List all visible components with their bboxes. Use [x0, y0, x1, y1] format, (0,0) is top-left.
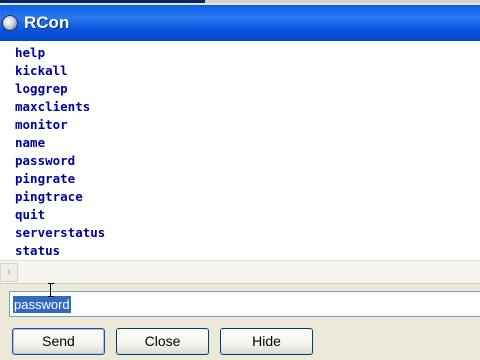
list-item: status: [15, 243, 61, 258]
command-input-value: password: [13, 296, 71, 313]
list-item: maxclients: [15, 99, 91, 114]
command-list: help kickall loggrep maxclients monitor …: [0, 41, 480, 260]
list-item: help: [15, 45, 46, 60]
close-button[interactable]: Close: [116, 328, 209, 355]
list-item: kickall: [15, 63, 68, 78]
rcon-app-icon: [2, 15, 18, 31]
send-button[interactable]: Send: [12, 328, 105, 355]
list-item: pingtrace: [15, 189, 83, 204]
scroll-left-icon[interactable]: ‹: [0, 263, 18, 282]
list-item: name: [15, 135, 46, 150]
window-title: RCon: [24, 13, 70, 32]
text-cursor-icon: [48, 283, 56, 297]
console-output[interactable]: help kickall loggrep maxclients monitor …: [0, 41, 480, 260]
list-item: password: [15, 153, 76, 168]
background-window-edge-light: [205, 0, 480, 3]
background-window-edge: [0, 0, 205, 3]
list-item: serverstatus: [15, 225, 106, 240]
command-input[interactable]: password: [9, 291, 480, 317]
horizontal-scrollbar[interactable]: ‹: [0, 260, 480, 284]
list-item: pingrate: [15, 171, 76, 186]
list-item: loggrep: [15, 81, 68, 96]
hide-button[interactable]: Hide: [220, 328, 313, 355]
list-item: quit: [15, 207, 46, 222]
title-bar[interactable]: RCon: [0, 5, 480, 41]
list-item: monitor: [15, 117, 68, 132]
